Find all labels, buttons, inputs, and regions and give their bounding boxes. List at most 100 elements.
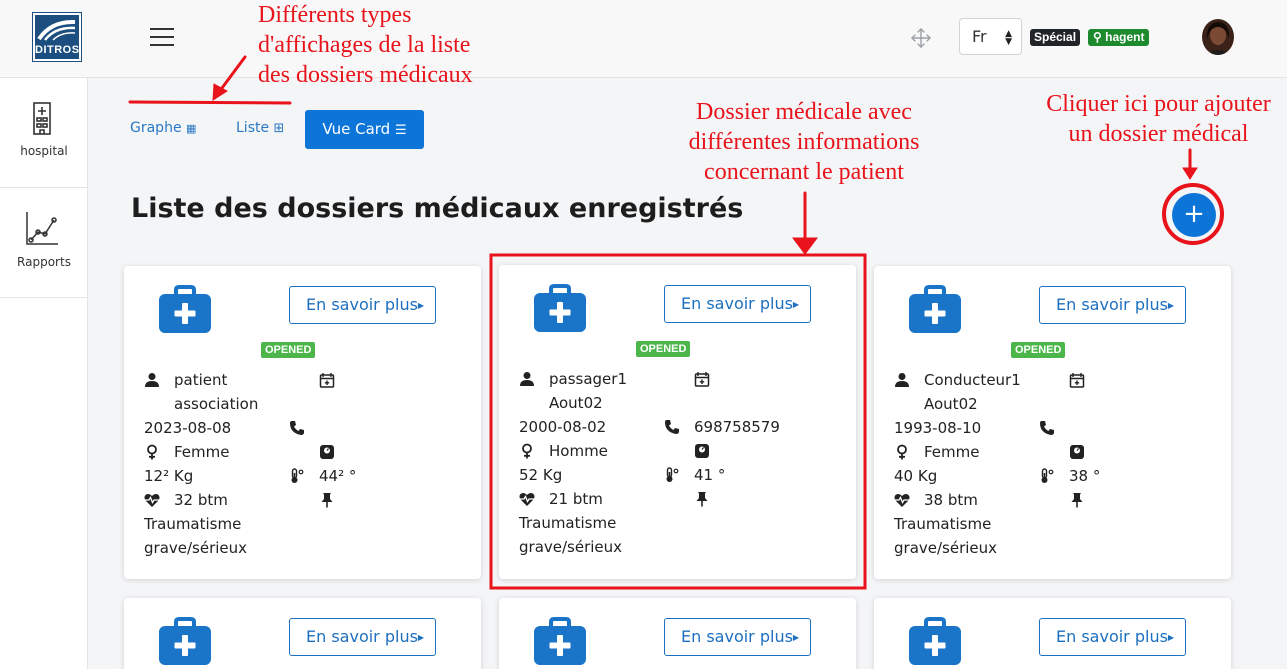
hospital-icon — [33, 102, 51, 135]
language-value: Fr — [972, 27, 987, 46]
person-icon — [145, 373, 159, 387]
chart-icon — [26, 212, 58, 245]
medical-record-card[interactable]: En savoir plus ▶ — [124, 598, 481, 669]
medical-record-card[interactable]: En savoir plus ▶ OPENED passager1 Aout02 2000… — [499, 265, 856, 579]
gender: Homme — [549, 442, 608, 460]
annotation-line: d'affichages de la liste — [258, 32, 471, 58]
diagnosis-line2: grave/sérieux — [144, 539, 248, 557]
learn-more-label: En savoir plus — [306, 627, 418, 646]
learn-more-label: En savoir plus — [681, 294, 793, 313]
temperature: 44² ° — [319, 467, 357, 485]
annotation-line: concernant le patient — [704, 159, 904, 185]
special-badge: Spécial — [1030, 29, 1081, 46]
avatar[interactable] — [1202, 19, 1234, 55]
pin-icon — [696, 492, 708, 507]
annotation-line: un dossier médical — [1068, 121, 1249, 147]
annotation-line: des dossiers médicaux — [258, 62, 473, 88]
diagnosis-line2: grave/sérieux — [894, 539, 998, 557]
select-arrows-icon: ▲ ▼ — [1005, 29, 1012, 47]
pin-icon — [321, 493, 333, 508]
heartbeat-icon — [144, 493, 160, 507]
thermometer-icon — [291, 468, 304, 483]
patient-name: passager1 — [549, 370, 627, 388]
status-badge: OPENED — [261, 342, 316, 358]
ditros-logo[interactable]: DITROS — [32, 12, 82, 62]
sidebar-item-rapports[interactable]: Rapports — [0, 188, 88, 298]
underline-mark — [128, 100, 292, 105]
tab-liste-label: Liste — [236, 120, 270, 136]
temperature: 41 ° — [694, 466, 726, 484]
calendar-plus-icon — [319, 373, 335, 388]
annotation-line: Dossier médicale avec — [696, 99, 912, 125]
learn-more-button[interactable]: En savoir plus ▶ — [664, 285, 811, 323]
learn-more-button[interactable]: En savoir plus ▶ — [1039, 618, 1186, 656]
gender-icon — [897, 444, 907, 460]
logo-text: DITROS — [35, 44, 80, 56]
birth-date: 2000-08-02 — [519, 418, 607, 436]
status-badge: OPENED — [636, 341, 691, 357]
learn-more-button[interactable]: En savoir plus ▶ — [289, 618, 436, 656]
arrow-head — [1182, 167, 1198, 180]
caret-right-icon: ▶ — [1167, 633, 1174, 642]
sidebar-item-label: Rapports — [17, 255, 71, 269]
patient-name: Conducteur1 — [924, 371, 1021, 389]
person-icon — [520, 372, 534, 386]
gender-icon — [522, 443, 532, 459]
medical-kit-icon — [909, 617, 961, 665]
medical-kit-icon — [534, 617, 586, 665]
arrow-head — [212, 83, 228, 101]
diagnosis: Traumatisme — [894, 515, 992, 533]
learn-more-button[interactable]: En savoir plus ▶ — [289, 286, 436, 324]
temperature: 38 ° — [1069, 467, 1101, 485]
annotation-views: Différents types d'affichages de la list… — [258, 0, 473, 90]
learn-more-button[interactable]: En savoir plus ▶ — [1039, 286, 1186, 324]
medical-record-card[interactable]: En savoir plus ▶ — [499, 598, 856, 669]
user-badge-label: hagent — [1105, 30, 1145, 44]
learn-more-button[interactable]: En savoir plus ▶ — [664, 618, 811, 656]
weight-scale-icon — [320, 445, 334, 459]
medical-kit-icon — [909, 285, 961, 333]
tab-vue-card[interactable]: Vue Card ☰ — [305, 110, 424, 149]
top-bar: DITROS Fr ▲ ▼ Spécial ⚲ hagent — [0, 0, 1287, 78]
medical-record-card[interactable]: En savoir plus ▶ OPENED patient association 2… — [124, 266, 481, 579]
heartbeat-icon — [519, 492, 535, 506]
medical-record-card[interactable]: En savoir plus ▶ — [874, 598, 1231, 669]
caret-right-icon: ▶ — [792, 633, 799, 642]
annotation-add: Cliquer ici pour ajouter un dossier médi… — [1030, 89, 1287, 149]
birth-date: 1993-08-10 — [894, 419, 982, 437]
user-icon: ⚲ — [1093, 30, 1106, 44]
bar-chart-icon: ▦ — [186, 122, 197, 135]
heart-rate: 38 btm — [924, 491, 978, 509]
fullscreen-move-icon[interactable] — [909, 26, 933, 50]
sidebar-item-hospital[interactable]: hospital — [0, 78, 88, 188]
annotation-card: Dossier médicale avec différentes inform… — [664, 97, 944, 187]
tab-graphe-label: Graphe — [130, 120, 182, 136]
patient-name-line2: Aout02 — [549, 394, 603, 412]
phone-icon — [665, 420, 679, 434]
diagnosis: Traumatisme — [144, 515, 242, 533]
phone-icon — [1040, 421, 1054, 435]
road-logo-icon — [37, 19, 76, 41]
patient-name-line2: association — [174, 395, 259, 413]
pin-icon — [1071, 493, 1083, 508]
weight: 12² Kg — [144, 467, 194, 485]
medical-record-card[interactable]: En savoir plus ▶ OPENED Conducteur1 Aout02 19… — [874, 266, 1231, 579]
birth-date: 2023-08-08 — [144, 419, 232, 437]
calendar-plus-icon — [694, 372, 710, 387]
language-select[interactable]: Fr ▲ ▼ — [959, 18, 1022, 55]
sidebar-item-label: hospital — [20, 144, 68, 158]
menu-toggle-icon[interactable] — [150, 28, 174, 46]
patient-name: patient — [174, 371, 228, 389]
add-record-button[interactable]: + — [1172, 193, 1216, 237]
page-title: Liste des dossiers médicaux enregistrés — [131, 193, 744, 224]
card-view-icon: ☰ — [394, 123, 407, 138]
caret-right-icon: ▶ — [1167, 301, 1174, 310]
weight: 40 Kg — [894, 467, 938, 485]
diagnosis-line2: grave/sérieux — [519, 538, 623, 556]
heart-rate: 21 btm — [549, 490, 603, 508]
user-badge[interactable]: ⚲ hagent — [1088, 29, 1150, 46]
tab-liste[interactable]: Liste ⊞ — [236, 120, 284, 136]
person-icon — [895, 373, 909, 387]
tab-graphe[interactable]: Graphe ▦ — [130, 120, 196, 136]
weight-scale-icon — [695, 444, 709, 458]
